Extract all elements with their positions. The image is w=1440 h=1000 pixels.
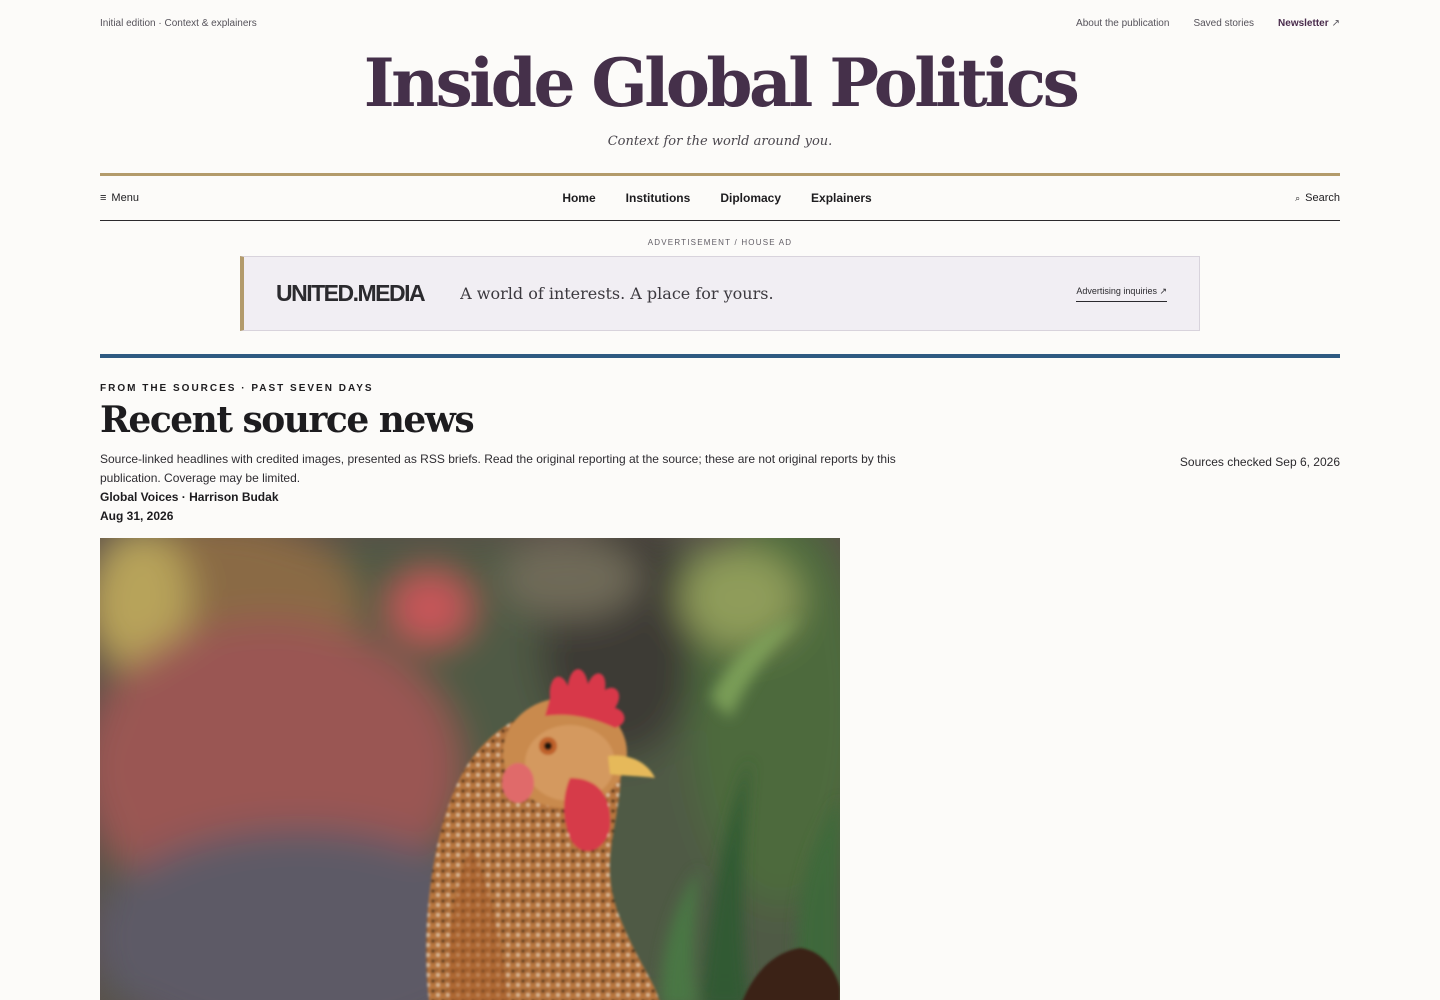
advertising-inquiries-link[interactable]: Advertising inquiries ↗ [1076, 286, 1167, 302]
story-byline[interactable]: Global Voices · Harrison Budak [100, 488, 1340, 507]
search-button[interactable]: ⌕ Search [1295, 192, 1340, 204]
sources-checked-date: Sources checked Sep 6, 2026 [1179, 455, 1340, 469]
masthead: Inside Global Politics Context for the w… [100, 46, 1340, 149]
utility-bar: Initial edition · Context & explainers A… [100, 0, 1340, 46]
section-header: FROM THE SOURCES · PAST SEVEN DAYS Recen… [100, 383, 1340, 526]
rooster-photo[interactable] [100, 537, 840, 1000]
newsletter-label: Newsletter [1278, 17, 1329, 29]
search-label: Search [1305, 192, 1340, 204]
section-kicker: FROM THE SOURCES · PAST SEVEN DAYS [100, 383, 374, 394]
story-date: Aug 31, 2026 [100, 508, 174, 523]
section-title: Recent source news [100, 399, 475, 441]
external-arrow-icon: ↗ [1331, 17, 1340, 29]
site-title[interactable]: Inside Global Politics [100, 50, 1340, 116]
nav-item-diplomacy[interactable]: Diplomacy [720, 191, 781, 205]
search-icon: ⌕ [1295, 192, 1301, 203]
ad-label: ADVERTISEMENT / HOUSE AD [647, 238, 793, 247]
hamburger-icon: ≡ [100, 192, 107, 204]
menu-button[interactable]: ≡ Menu [100, 192, 139, 204]
section-divider [100, 354, 1340, 358]
newsletter-link[interactable]: Newsletter ↗ [1278, 18, 1340, 29]
site-tagline: Context for the world around you. [607, 134, 833, 149]
nav-item-home[interactable]: Home [562, 191, 595, 205]
nav-item-explainers[interactable]: Explainers [811, 191, 872, 205]
utility-links: About the publication Saved stories News… [1076, 18, 1340, 29]
ad-tagline: A world of interests. A place for yours. [460, 284, 774, 303]
section-description: Source-linked headlines with credited im… [100, 451, 896, 485]
rooster-illustration [100, 537, 840, 1000]
menu-label: Menu [111, 192, 139, 204]
nav-item-institutions[interactable]: Institutions [626, 191, 691, 205]
ad-logo: UNITED.MEDIA [276, 280, 426, 306]
edition-label: Initial edition · Context & explainers [100, 17, 257, 29]
saved-stories-link[interactable]: Saved stories [1193, 18, 1254, 29]
house-ad[interactable]: UNITED.MEDIA A world of interests. A pla… [240, 256, 1200, 331]
nav-links: Home Institutions Diplomacy Explainers [562, 191, 871, 205]
about-link[interactable]: About the publication [1076, 18, 1169, 29]
main-nav: ≡ Menu Home Institutions Diplomacy Expla… [100, 173, 1340, 221]
page: Initial edition · Context & explainers A… [100, 0, 1340, 1000]
